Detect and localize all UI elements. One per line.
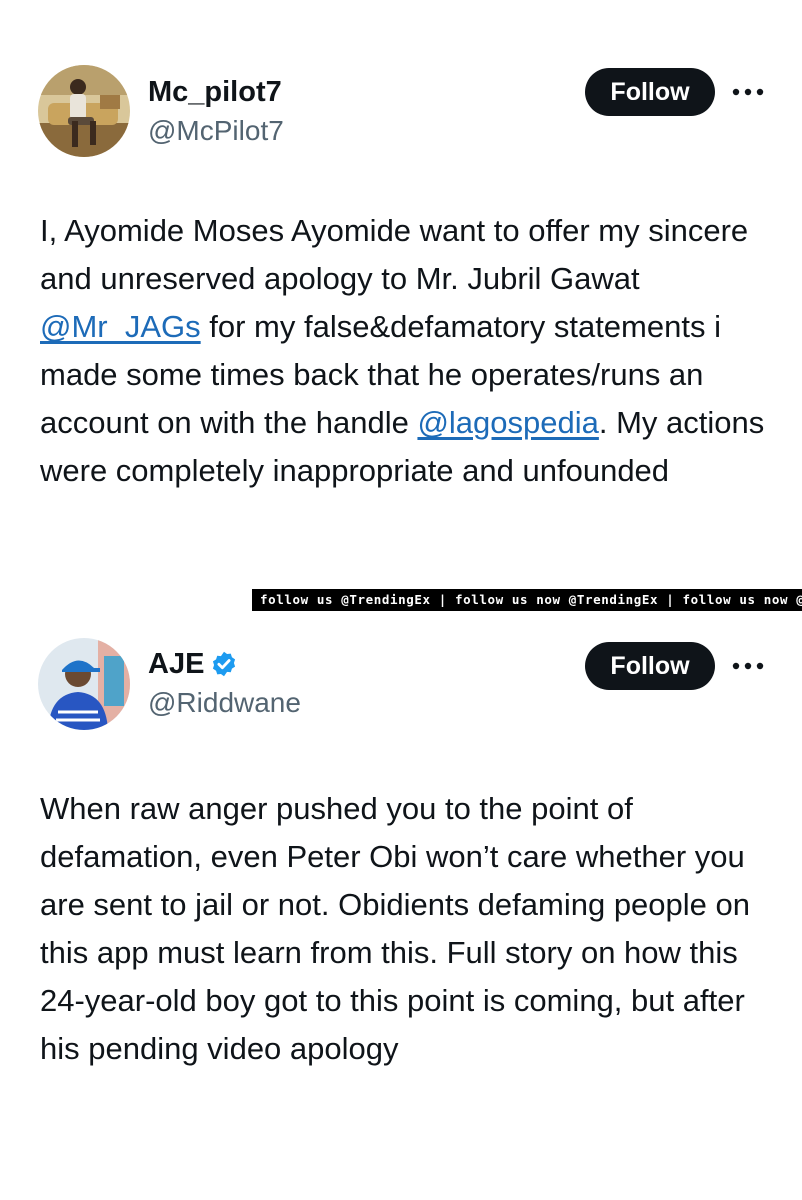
author-handle[interactable]: @Riddwane bbox=[148, 686, 301, 720]
follow-button[interactable]: Follow bbox=[585, 68, 715, 116]
follow-button[interactable]: Follow bbox=[585, 642, 715, 690]
display-name[interactable]: AJE bbox=[148, 646, 204, 682]
tweet-text-part: I, Ayomide Moses Ayomide want to offer m… bbox=[40, 213, 749, 296]
avatar[interactable] bbox=[38, 638, 130, 730]
mention-link[interactable]: @Mr_JAGs bbox=[40, 309, 201, 344]
tweet-card-2: AJE @Riddwane Follow When raw anger push… bbox=[0, 608, 802, 1200]
tweet-text: When raw anger pushed you to the point o… bbox=[40, 791, 751, 1066]
avatar-photo bbox=[38, 638, 130, 730]
display-name[interactable]: Mc_pilot7 bbox=[148, 74, 282, 110]
author-name-row: Mc_pilot7 bbox=[148, 74, 282, 110]
author-name-row: AJE bbox=[148, 646, 238, 682]
more-options-button[interactable] bbox=[728, 77, 768, 107]
avatar[interactable] bbox=[38, 65, 130, 157]
verified-badge-icon bbox=[213, 651, 236, 677]
mention-link[interactable]: @lagospedia bbox=[417, 405, 598, 440]
tweet-text: I, Ayomide Moses Ayomide want to offer m… bbox=[40, 207, 780, 495]
author-handle[interactable]: @McPilot7 bbox=[148, 114, 284, 148]
more-options-button[interactable] bbox=[728, 651, 768, 681]
tweet-card-1: Mc_pilot7 @McPilot7 Follow I, Ayomide Mo… bbox=[0, 0, 802, 580]
avatar-photo bbox=[38, 65, 130, 157]
more-horizontal-icon bbox=[732, 662, 764, 670]
more-horizontal-icon bbox=[732, 88, 764, 96]
